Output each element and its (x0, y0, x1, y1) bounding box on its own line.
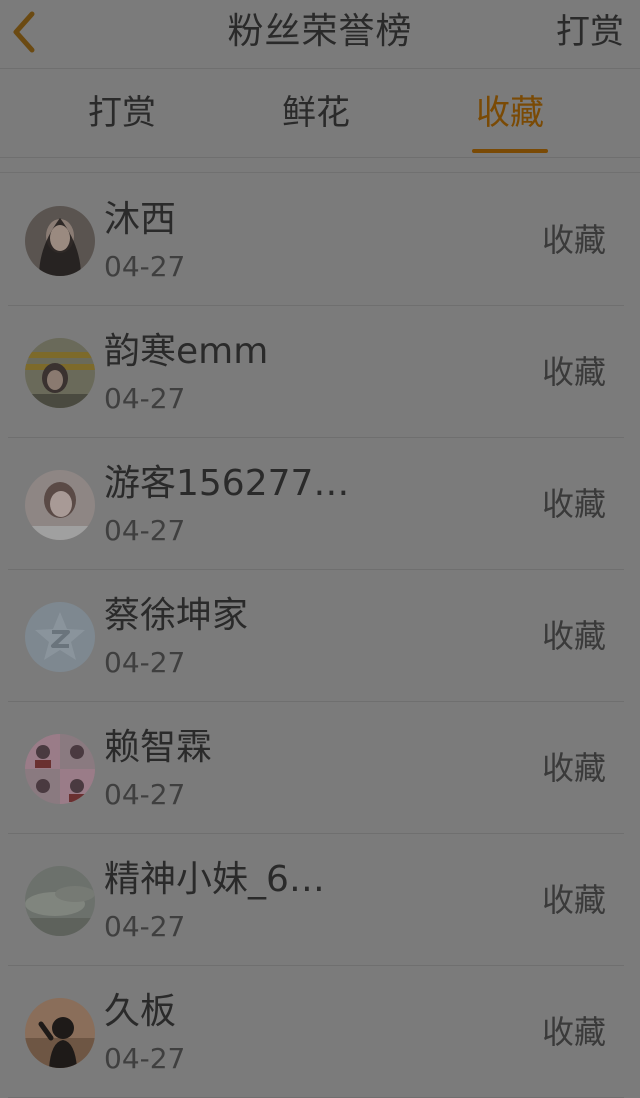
action-label: 收藏 (541, 353, 606, 391)
tab-flowers[interactable]: 鲜花 (256, 91, 376, 135)
action-label: 收藏 (541, 617, 606, 655)
top-nav-bar: 粉丝荣誉榜 打赏 (0, 0, 640, 69)
date-label: 04-27 (104, 250, 186, 283)
user-name: 久板 (104, 991, 177, 1032)
action-label: 收藏 (541, 881, 606, 919)
date-label: 04-27 (104, 514, 186, 547)
tab-reward[interactable]: 打赏 (62, 91, 182, 135)
user-name: 蔡徐坤家 (104, 595, 249, 636)
user-name: 精神小妹_6… (104, 859, 325, 900)
list-item[interactable]: 久板 04-27 收藏 (0, 966, 640, 1098)
user-name: 韵寒emm (104, 331, 269, 372)
date-label: 04-27 (104, 1042, 186, 1075)
date-label: 04-27 (104, 382, 186, 415)
user-name: 游客156277… (104, 463, 350, 504)
avatar (25, 470, 95, 540)
page-title: 粉丝荣誉榜 (227, 11, 413, 52)
avatar (25, 338, 95, 408)
default-star-avatar-icon (25, 602, 95, 672)
user-name: 赖智霖 (104, 727, 213, 768)
list-item[interactable]: 游客156277… 04-27 收藏 (0, 438, 640, 570)
action-label: 收藏 (541, 749, 606, 787)
list-item[interactable]: 蔡徐坤家 04-27 收藏 (0, 570, 640, 702)
user-name: 沐西 (104, 199, 177, 240)
avatar (25, 866, 95, 936)
list-item[interactable]: 精神小妹_6… 04-27 收藏 (0, 834, 640, 966)
action-label: 收藏 (541, 485, 606, 523)
active-tab-indicator (472, 149, 548, 153)
list-item[interactable]: 沐西 04-27 收藏 (0, 174, 640, 306)
date-label: 04-27 (104, 910, 186, 943)
avatar (25, 602, 95, 672)
avatar (25, 206, 95, 276)
avatar (25, 734, 95, 804)
tab-bar: 打赏 鲜花 收藏 (0, 69, 640, 158)
action-label: 收藏 (541, 1013, 606, 1051)
tab-favorites[interactable]: 收藏 (450, 91, 570, 135)
list-item[interactable]: 韵寒emm 04-27 收藏 (0, 306, 640, 438)
fan-list: 沐西 04-27 收藏 韵寒emm 04-27 收藏 游客156277… 04-… (0, 174, 640, 1098)
date-label: 04-27 (104, 778, 186, 811)
list-item[interactable]: 赖智霖 04-27 收藏 (0, 702, 640, 834)
date-label: 04-27 (104, 646, 186, 679)
divider (0, 172, 640, 173)
avatar (25, 998, 95, 1068)
action-label: 收藏 (541, 221, 606, 259)
reward-button[interactable]: 打赏 (556, 10, 624, 54)
